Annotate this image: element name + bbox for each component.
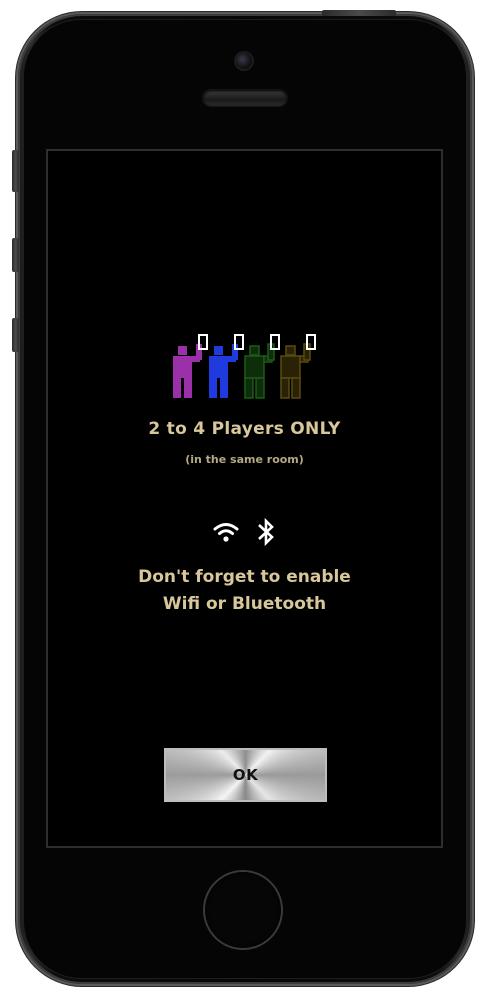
bluetooth-icon [258, 517, 274, 547]
player-1-figure [173, 344, 202, 398]
earpiece-speaker [203, 90, 287, 106]
player-3-figure [244, 343, 275, 399]
connectivity-reminder: Don't forget to enable Wifi or Bluetooth [48, 564, 441, 618]
home-button[interactable] [205, 872, 281, 948]
player-4-figure [280, 343, 311, 399]
ok-button[interactable]: OK [164, 748, 327, 802]
volume-up-button [12, 238, 19, 272]
connectivity-icons [48, 517, 441, 547]
reminder-line-2: Wifi or Bluetooth [162, 594, 327, 614]
game-screen: 2 to 4 Players ONLY (in the same room) D… [46, 149, 443, 848]
players-subtitle: (in the same room) [185, 453, 304, 466]
ok-button-label: OK [232, 766, 259, 784]
wifi-icon [213, 523, 239, 542]
players-title: 2 to 4 Players ONLY [148, 419, 341, 439]
power-button [322, 10, 396, 16]
front-camera [236, 53, 252, 69]
player-2-figure [209, 344, 238, 398]
volume-down-button [12, 318, 19, 352]
silent-switch [12, 150, 19, 192]
reminder-line-1: Don't forget to enable [138, 567, 351, 587]
players-holding-phones-icon [173, 334, 316, 399]
